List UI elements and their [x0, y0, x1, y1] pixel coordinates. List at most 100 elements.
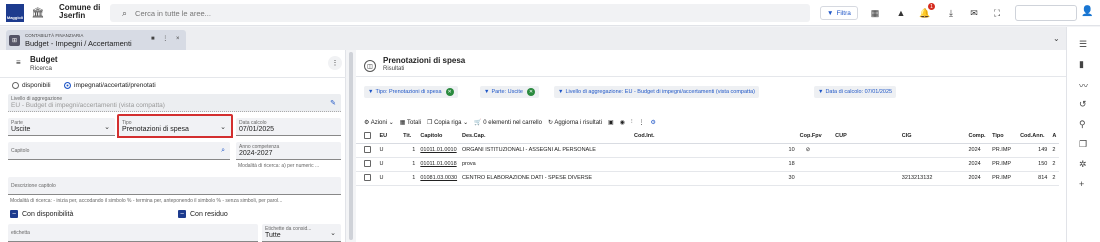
- notification-badge: 1: [928, 3, 935, 10]
- user-field[interactable]: [1015, 5, 1077, 21]
- table-row[interactable]: U 1 01011.01.0010 ORGANI ISTITUZIONALI -…: [356, 143, 1059, 158]
- row-select-cell[interactable]: [356, 143, 378, 158]
- close-icon[interactable]: ✕: [526, 88, 535, 96]
- list-icon[interactable]: ☰: [1079, 39, 1087, 50]
- checkbox-indeterminate[interactable]: −: [10, 210, 18, 218]
- con-residuo-checkbox[interactable]: − Con residuo: [178, 210, 228, 218]
- cell-a: 2: [1050, 157, 1059, 172]
- etichetta-field[interactable]: etichetta: [8, 224, 258, 242]
- row-checkbox[interactable]: [364, 159, 371, 167]
- mail-icon[interactable]: ✉: [967, 6, 981, 20]
- filter-icon: ▼: [558, 89, 564, 95]
- data-calcolo-field[interactable]: Data calcolo 07/01/2025: [236, 118, 341, 136]
- row-checkbox[interactable]: [364, 173, 371, 181]
- column-header[interactable]: Tipo: [990, 130, 1019, 144]
- export-icon[interactable]: ▣: [608, 119, 614, 126]
- field-value: 07/01/2025: [239, 126, 275, 133]
- copy-icon[interactable]: ❐: [1079, 139, 1087, 150]
- warning-icon[interactable]: ▲: [894, 6, 908, 20]
- cell-capitolo-link[interactable]: 01011.01.0010: [418, 143, 460, 158]
- tab-actions[interactable]: ■ ⋮ ×: [151, 35, 182, 42]
- row-checkbox[interactable]: [364, 145, 371, 153]
- global-search[interactable]: ⌕: [110, 4, 810, 22]
- maggioli-logo[interactable]: Maggioli: [6, 4, 24, 22]
- download-icon[interactable]: ⤓: [944, 6, 958, 20]
- apps-grid-icon[interactable]: ▦: [868, 6, 882, 20]
- chevron-down-icon: ⌄: [330, 230, 336, 237]
- checkbox-indeterminate[interactable]: −: [178, 210, 186, 218]
- field-value: 2024-2027: [239, 150, 273, 157]
- chip-label: Livello di aggregazione: EU - Budget di …: [565, 89, 755, 95]
- filter-button[interactable]: ▼ Filtra: [820, 6, 858, 20]
- row-select-cell[interactable]: [356, 171, 378, 186]
- radio-disponibili[interactable]: disponibili: [12, 82, 51, 89]
- top-bar: Maggioli 🏛 Comune di Jserfin ⌕ ▼ Filtra …: [0, 0, 1100, 26]
- pin-icon[interactable]: ⚲: [1079, 119, 1086, 130]
- more-options-icon[interactable]: ⋮: [328, 56, 342, 70]
- column-header[interactable]: EU: [377, 130, 402, 144]
- column-header[interactable]: Comp.: [966, 130, 991, 144]
- toggle-panel-icon[interactable]: ◫: [364, 60, 376, 72]
- column-header[interactable]: Capitolo: [418, 130, 460, 144]
- edit-icon[interactable]: ✎: [330, 99, 336, 107]
- filter-chip-parte[interactable]: ▼ Parte: Uscite ✕: [480, 86, 539, 98]
- filter-chip-tipo[interactable]: ▼ Tipo: Prenotazioni di spesa ✕: [364, 86, 458, 98]
- carrello-button[interactable]: 🛒 0 elementi nel carrello: [474, 119, 542, 126]
- column-header[interactable]: Cop.Fpv: [797, 130, 834, 144]
- network-icon[interactable]: ✲: [1079, 159, 1087, 170]
- chevron-down-icon: ⌄: [220, 124, 226, 131]
- totali-button[interactable]: ▦ Totali: [400, 119, 421, 126]
- radio-impegnati[interactable]: impegnati/accertati/prenotati: [64, 82, 156, 89]
- aggiorna-button[interactable]: ↻ Aggiorna i risultati: [548, 119, 602, 126]
- more-icon[interactable]: ⋮: [638, 119, 644, 126]
- tab-budget-impegni[interactable]: ⊞ CONTABILITÀ FINANZIARIA Budget - Impeg…: [6, 30, 186, 50]
- column-header[interactable]: A: [1050, 130, 1059, 144]
- columns-icon[interactable]: ⫶: [631, 119, 633, 126]
- column-header[interactable]: CIG: [899, 130, 967, 144]
- filter-chip-data[interactable]: ▼ Data di calcolo: 07/01/2025: [814, 86, 897, 98]
- select-all-checkbox[interactable]: [364, 131, 371, 139]
- cell-capitolo-link[interactable]: 01011.01.0018: [418, 157, 460, 172]
- etichette-considerare-select[interactable]: Etichette da consid... Tutte ⌄: [262, 224, 341, 242]
- azioni-menu[interactable]: ⚙ Azioni ⌄: [364, 119, 394, 126]
- search-list-icon: ≡: [16, 58, 21, 67]
- cell-eu: U: [377, 143, 402, 158]
- table-row[interactable]: U 1 01081.03.0030 CENTRO ELABORAZIONE DA…: [356, 171, 1059, 186]
- descrizione-capitolo-field[interactable]: Descrizione capitolo: [8, 177, 341, 195]
- copia-riga-button[interactable]: ❐ Copia riga ⌄: [427, 119, 468, 126]
- book-icon[interactable]: ▮: [1079, 59, 1084, 70]
- con-disponibilita-checkbox[interactable]: − Con disponibilità: [10, 210, 73, 218]
- column-header[interactable]: Cod.Int.: [632, 130, 798, 144]
- tipo-select[interactable]: Tipo Prenotazioni di spesa ⌄: [117, 114, 233, 138]
- add-icon[interactable]: +: [1079, 179, 1084, 189]
- column-header[interactable]: Tit.: [401, 130, 419, 144]
- column-header[interactable]: Des.Cap.: [459, 130, 633, 144]
- column-header[interactable]: Cod.Ann.: [1018, 130, 1051, 144]
- anno-competenza-field[interactable]: Anno competenza 2024-2027: [236, 142, 341, 160]
- filter-chip-livello[interactable]: ▼ Livello di aggregazione: EU - Budget d…: [554, 86, 759, 98]
- search-icon[interactable]: ⌕: [221, 147, 225, 155]
- close-icon[interactable]: ✕: [445, 88, 454, 96]
- user-account-icon[interactable]: 👤: [1081, 6, 1093, 17]
- column-header[interactable]: CUP: [833, 130, 900, 144]
- fullscreen-icon[interactable]: ⛶: [990, 6, 1004, 20]
- cell-cup: [833, 157, 900, 172]
- chart-icon[interactable]: 〰: [1079, 79, 1088, 92]
- chevron-down-icon[interactable]: ⌄: [1053, 34, 1060, 43]
- radio-circle[interactable]: [64, 82, 71, 89]
- cell-capitolo-link[interactable]: 01081.03.0030: [418, 171, 460, 186]
- chip-label: Data di calcolo: 07/01/2025: [825, 89, 893, 95]
- view-icon[interactable]: ◉: [620, 119, 625, 126]
- cell-comp: 2024: [966, 143, 991, 158]
- parte-select[interactable]: Parte Uscite ⌄: [8, 118, 115, 136]
- panel-splitter[interactable]: [349, 52, 353, 240]
- settings-icon[interactable]: ⚙: [650, 119, 655, 126]
- search-input[interactable]: [135, 8, 736, 18]
- organization-name[interactable]: Comune di Jserfin: [59, 4, 100, 20]
- radio-circle[interactable]: [12, 82, 19, 89]
- row-select-cell[interactable]: [356, 157, 378, 172]
- select-all-cell[interactable]: [356, 130, 378, 144]
- history-icon[interactable]: ↺: [1079, 99, 1087, 110]
- capitolo-field[interactable]: Capitolo ⌕: [8, 142, 230, 160]
- table-row[interactable]: U 1 01011.01.0018 prova 18 2024 PR.IMP 1…: [356, 157, 1059, 172]
